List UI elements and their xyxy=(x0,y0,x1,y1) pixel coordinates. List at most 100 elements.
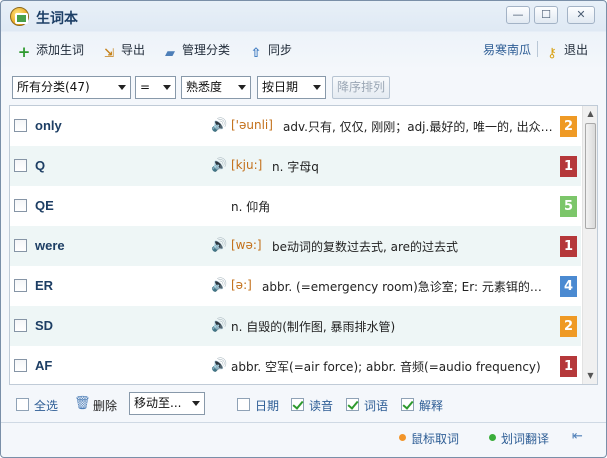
close-button[interactable]: ✕ xyxy=(567,6,595,24)
word-row[interactable]: SD 🔊 n. 自毁的(制作图, 暴雨排水管) 2 xyxy=(10,306,581,346)
definition-text: adv.只有, 仅仅, 刚刚；adj.最好的, 唯一的, 出众的 ... xyxy=(283,120,553,134)
speaker-icon[interactable]: 🔊 xyxy=(211,158,227,174)
chevron-down-icon xyxy=(118,85,126,90)
maximize-button[interactable]: ☐ xyxy=(534,6,558,24)
row-checkbox[interactable] xyxy=(14,159,27,172)
row-checkbox[interactable] xyxy=(14,119,27,132)
pin-icon[interactable]: ⇤ xyxy=(572,429,588,445)
status-dot-icon xyxy=(399,434,406,441)
filter-bar: 所有分类(47) = 熟悉度 按日期 降序排列 xyxy=(1,72,606,102)
word-row[interactable]: ER 🔊 [ə:] abbr. (=emergency room)急诊室; Er: 元… xyxy=(10,266,581,306)
phonetic-text: [ə:] xyxy=(231,278,252,292)
row-checkbox[interactable] xyxy=(14,359,27,372)
up-arrow-icon: ⇧ xyxy=(250,46,262,61)
status-bar: 鼠标取词 划词翻译 ⇤ xyxy=(1,424,606,457)
definition-text: n. 自毁的(制作图, 暴雨排水管) xyxy=(231,320,396,334)
familiarity-badge[interactable]: 2 xyxy=(560,316,577,337)
word-list: ▲ ▼ only 🔊 ['əunli] adv.只有, 仅仅, 刚刚；adj.最好的,… xyxy=(9,105,598,385)
operator-select[interactable]: = xyxy=(135,76,176,99)
sort-desc-button[interactable]: 降序排列 xyxy=(332,76,390,99)
wordbook-window: 生词本 — ☐ ✕ + 添加生词 ⇲ 导出 ▰ 管理分类 ⇧ 同步 易寒南瓜 ⚷ 退出 所… xyxy=(0,0,607,458)
word-row[interactable]: AF 🔊 abbr. 空军(=air force); abbr. 音频(=audio… xyxy=(10,346,581,384)
select-all-checkbox[interactable] xyxy=(16,398,29,411)
definition-text: abbr. (=emergency room)急诊室; Er: 元素铒的符号..… xyxy=(262,280,553,294)
word-row[interactable]: Q 🔊 [kju:] n. 字母q 1 xyxy=(10,146,581,186)
definition-text: abbr. 空军(=air force); abbr. 音频(=audio fr… xyxy=(231,360,541,374)
familiarity-badge[interactable]: 1 xyxy=(560,356,577,377)
category-select[interactable]: 所有分类(47) xyxy=(12,76,131,99)
familiarity-badge[interactable]: 2 xyxy=(560,116,577,137)
word-checkbox[interactable] xyxy=(346,398,359,411)
mouse-translate-toggle[interactable]: 鼠标取词 xyxy=(411,430,459,447)
word-text: AF xyxy=(35,358,53,373)
date-checkbox[interactable] xyxy=(237,398,250,411)
status-divider xyxy=(1,422,606,423)
speaker-icon[interactable]: 🔊 xyxy=(211,278,227,294)
word-text: only xyxy=(35,118,62,133)
word-text: Q xyxy=(35,158,46,173)
word-text: ER xyxy=(35,278,54,293)
speaker-icon[interactable]: 🔊 xyxy=(211,118,227,134)
phonetic-text: ['əunli] xyxy=(231,118,273,132)
word-row[interactable]: only 🔊 ['əunli] adv.只有, 仅仅, 刚刚；adj.最好的, 唯一的… xyxy=(10,106,581,146)
familiarity-badge[interactable]: 5 xyxy=(560,196,577,217)
word-row[interactable]: QE n. 仰角 5 xyxy=(10,186,581,226)
definition-text: n. 字母q xyxy=(272,160,319,174)
exit-button[interactable]: ⚷ 退出 xyxy=(544,41,588,61)
definition-text: n. 仰角 xyxy=(231,200,271,214)
select-translate-toggle[interactable]: 划词翻译 xyxy=(501,430,549,447)
read-checkbox[interactable] xyxy=(291,398,304,411)
export-button[interactable]: ⇲ 导出 xyxy=(101,41,145,60)
toolbar-divider xyxy=(537,41,538,57)
app-logo-icon xyxy=(10,7,29,26)
chevron-down-icon xyxy=(238,85,246,90)
title-bar: 生词本 — ☐ ✕ xyxy=(1,1,606,31)
delete-button[interactable]: 删除 xyxy=(93,397,117,414)
chevron-down-icon xyxy=(192,401,200,406)
definition-text: be动词的复数过去式, are的过去式 xyxy=(272,240,459,254)
add-word-button[interactable]: + 添加生词 xyxy=(16,41,84,61)
phonetic-text: [kju:] xyxy=(231,158,263,172)
word-text: were xyxy=(35,238,65,253)
window-title: 生词本 xyxy=(36,11,78,27)
chevron-down-icon xyxy=(313,85,321,90)
familiarity-select[interactable]: 熟悉度 xyxy=(181,76,251,99)
user-name-link[interactable]: 易寒南瓜 xyxy=(483,41,531,59)
trash-icon[interactable]: 🗑 xyxy=(74,396,91,411)
read-label[interactable]: 读音 xyxy=(309,397,333,414)
speaker-icon[interactable]: 🔊 xyxy=(211,358,227,374)
select-all-label[interactable]: 全选 xyxy=(34,397,58,414)
word-text: QE xyxy=(35,198,54,213)
vertical-scrollbar[interactable]: ▲ ▼ xyxy=(582,106,597,384)
scroll-up-icon[interactable]: ▲ xyxy=(583,106,597,122)
minimize-button[interactable]: — xyxy=(506,6,530,24)
word-row[interactable]: were 🔊 [wə:] be动词的复数过去式, are的过去式 1 xyxy=(10,226,581,266)
folder-icon: ▰ xyxy=(165,46,175,61)
list-actions-bar: 全选 🗑 删除 移动至... 日期 读音 词语 解释 xyxy=(1,390,606,420)
row-checkbox[interactable] xyxy=(14,239,27,252)
row-checkbox[interactable] xyxy=(14,319,27,332)
toolbar: + 添加生词 ⇲ 导出 ▰ 管理分类 ⇧ 同步 易寒南瓜 ⚷ 退出 xyxy=(1,32,606,66)
word-text: SD xyxy=(35,318,54,333)
export-icon: ⇲ xyxy=(103,46,115,60)
familiarity-badge[interactable]: 4 xyxy=(560,276,577,297)
speaker-icon[interactable]: 🔊 xyxy=(211,318,227,334)
row-checkbox[interactable] xyxy=(14,279,27,292)
speaker-icon[interactable]: 🔊 xyxy=(211,238,227,254)
phonetic-text: [wə:] xyxy=(231,238,262,252)
scrollbar-thumb[interactable] xyxy=(585,123,596,229)
manage-category-button[interactable]: ▰ 管理分类 xyxy=(162,41,230,61)
familiarity-badge[interactable]: 1 xyxy=(560,156,577,177)
move-to-select[interactable]: 移动至... xyxy=(129,392,205,415)
chevron-down-icon xyxy=(163,85,171,90)
date-label[interactable]: 日期 xyxy=(255,397,279,414)
sync-button[interactable]: ⇧ 同步 xyxy=(248,41,292,61)
plus-icon: + xyxy=(17,43,31,61)
sort-select[interactable]: 按日期 xyxy=(257,76,326,99)
explain-label[interactable]: 解释 xyxy=(419,397,443,414)
scroll-down-icon[interactable]: ▼ xyxy=(583,368,597,384)
word-label[interactable]: 词语 xyxy=(364,397,388,414)
familiarity-badge[interactable]: 1 xyxy=(560,236,577,257)
explain-checkbox[interactable] xyxy=(401,398,414,411)
row-checkbox[interactable] xyxy=(14,199,27,212)
